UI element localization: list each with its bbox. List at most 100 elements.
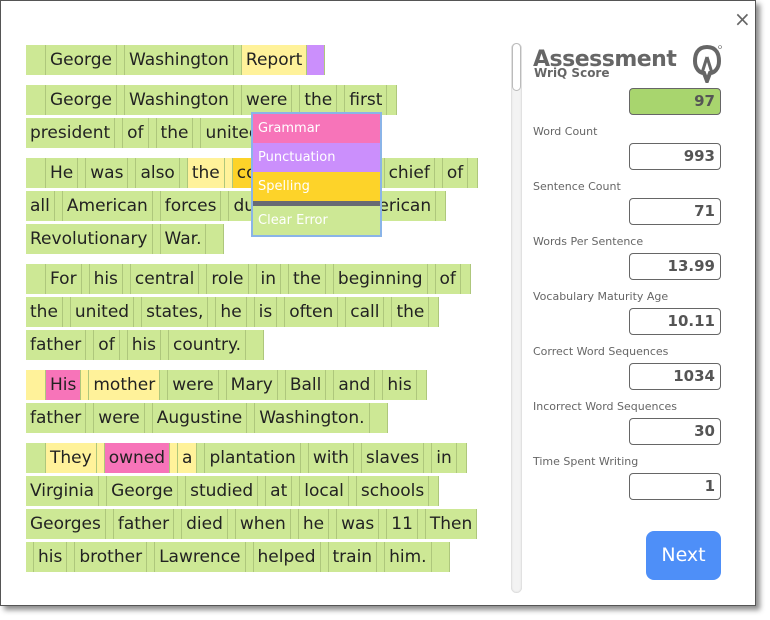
word-token[interactable]: George — [46, 85, 117, 115]
word-gap[interactable] — [152, 191, 161, 221]
word-token[interactable]: schools — [356, 476, 430, 506]
word-token[interactable]: His — [46, 370, 82, 400]
word-gap[interactable] — [277, 370, 286, 400]
word-gap[interactable] — [456, 443, 467, 473]
word-gap[interactable] — [416, 370, 427, 400]
word-token[interactable]: he — [216, 297, 247, 327]
word-token[interactable]: and — [334, 370, 376, 400]
word-token[interactable]: in — [256, 264, 282, 294]
word-gap[interactable] — [325, 264, 334, 294]
word-token[interactable]: when — [235, 509, 291, 539]
menu-item-clear-error[interactable]: Clear Error — [253, 206, 380, 235]
scrollbar[interactable] — [511, 43, 522, 593]
menu-item-spelling[interactable]: Spelling — [253, 172, 380, 201]
word-gap[interactable] — [329, 509, 338, 539]
word-token[interactable]: call — [346, 297, 385, 327]
word-gap[interactable] — [429, 297, 440, 327]
word-token[interactable]: country. — [169, 330, 247, 360]
word-token[interactable]: president — [26, 118, 116, 148]
menu-item-punctuation[interactable]: Punctuation — [253, 143, 380, 172]
word-token[interactable]: united — [70, 297, 135, 327]
word-gap[interactable] — [26, 370, 46, 400]
word-gap[interactable] — [199, 264, 208, 294]
word-token[interactable]: studied — [186, 476, 259, 506]
word-gap[interactable] — [26, 264, 46, 294]
word-gap[interactable] — [337, 85, 346, 115]
word-token[interactable]: Report — [241, 45, 308, 75]
word-gap[interactable] — [290, 509, 299, 539]
word-gap[interactable] — [86, 330, 95, 360]
word-token[interactable]: states, — [142, 297, 209, 327]
word-gap[interactable] — [248, 264, 257, 294]
word-token[interactable]: Georges — [26, 509, 106, 539]
word-token[interactable]: was — [86, 158, 129, 188]
word-token[interactable]: the — [300, 85, 338, 115]
word-gap[interactable] — [62, 297, 71, 327]
word-gap[interactable] — [179, 158, 188, 188]
word-token[interactable]: of — [442, 158, 469, 188]
word-token[interactable]: in — [432, 443, 457, 473]
word-gap[interactable] — [387, 85, 398, 115]
word-gap[interactable] — [161, 330, 170, 360]
word-gap[interactable] — [174, 509, 183, 539]
word-token[interactable]: helped — [253, 542, 321, 572]
word-gap[interactable] — [338, 297, 347, 327]
word-gap[interactable] — [292, 85, 301, 115]
word-token[interactable]: the — [26, 297, 63, 327]
word-token[interactable]: his — [89, 264, 123, 294]
word-gap[interactable] — [197, 443, 206, 473]
word-token[interactable]: slaves — [361, 443, 425, 473]
word-token[interactable]: Washington — [124, 45, 234, 75]
word-gap[interactable] — [170, 443, 179, 473]
word-gap[interactable] — [300, 443, 309, 473]
word-token[interactable]: often — [285, 297, 339, 327]
word-token[interactable]: were — [94, 403, 145, 433]
word-token[interactable]: mother — [89, 370, 161, 400]
word-gap[interactable] — [152, 224, 161, 254]
word-gap[interactable] — [26, 443, 46, 473]
word-token[interactable]: father — [26, 403, 87, 433]
word-token[interactable]: his — [127, 330, 162, 360]
word-gap[interactable] — [431, 542, 450, 572]
word-token[interactable]: of — [94, 330, 120, 360]
word-token[interactable]: of — [435, 264, 461, 294]
word-token[interactable]: the — [392, 297, 430, 327]
word-token[interactable]: brother — [75, 542, 148, 572]
word-gap[interactable] — [326, 370, 335, 400]
word-gap[interactable] — [67, 542, 76, 572]
close-icon[interactable]: × — [734, 7, 751, 31]
word-gap[interactable] — [245, 542, 254, 572]
word-token[interactable]: train — [328, 542, 378, 572]
word-token[interactable]: local — [300, 476, 349, 506]
word-gap[interactable] — [208, 297, 217, 327]
word-gap[interactable] — [353, 443, 362, 473]
word-gap[interactable] — [436, 191, 447, 221]
word-gap[interactable] — [119, 330, 128, 360]
word-token[interactable]: the — [289, 264, 326, 294]
word-gap[interactable] — [247, 403, 256, 433]
word-gap[interactable] — [128, 158, 137, 188]
word-gap[interactable] — [178, 476, 187, 506]
word-token[interactable]: Washington. — [255, 403, 370, 433]
word-gap[interactable] — [246, 330, 265, 360]
word-token[interactable]: Lawrence — [155, 542, 246, 572]
word-gap[interactable] — [434, 158, 443, 188]
word-token[interactable]: was — [337, 509, 380, 539]
word-gap[interactable] — [116, 45, 125, 75]
word-gap[interactable] — [427, 264, 436, 294]
word-gap[interactable] — [281, 264, 290, 294]
scrollbar-thumb[interactable] — [512, 43, 521, 91]
word-gap[interactable] — [134, 297, 143, 327]
word-gap[interactable] — [233, 45, 242, 75]
word-token[interactable]: is — [254, 297, 278, 327]
word-token[interactable]: For — [46, 264, 82, 294]
word-gap[interactable] — [320, 542, 329, 572]
word-gap[interactable] — [379, 509, 388, 539]
word-gap[interactable] — [277, 297, 286, 327]
word-gap[interactable] — [144, 403, 153, 433]
word-token[interactable]: father — [113, 509, 175, 539]
word-token[interactable]: Washington — [124, 85, 234, 115]
word-gap[interactable] — [116, 85, 125, 115]
word-token[interactable]: he — [298, 509, 330, 539]
word-gap[interactable] — [218, 370, 227, 400]
